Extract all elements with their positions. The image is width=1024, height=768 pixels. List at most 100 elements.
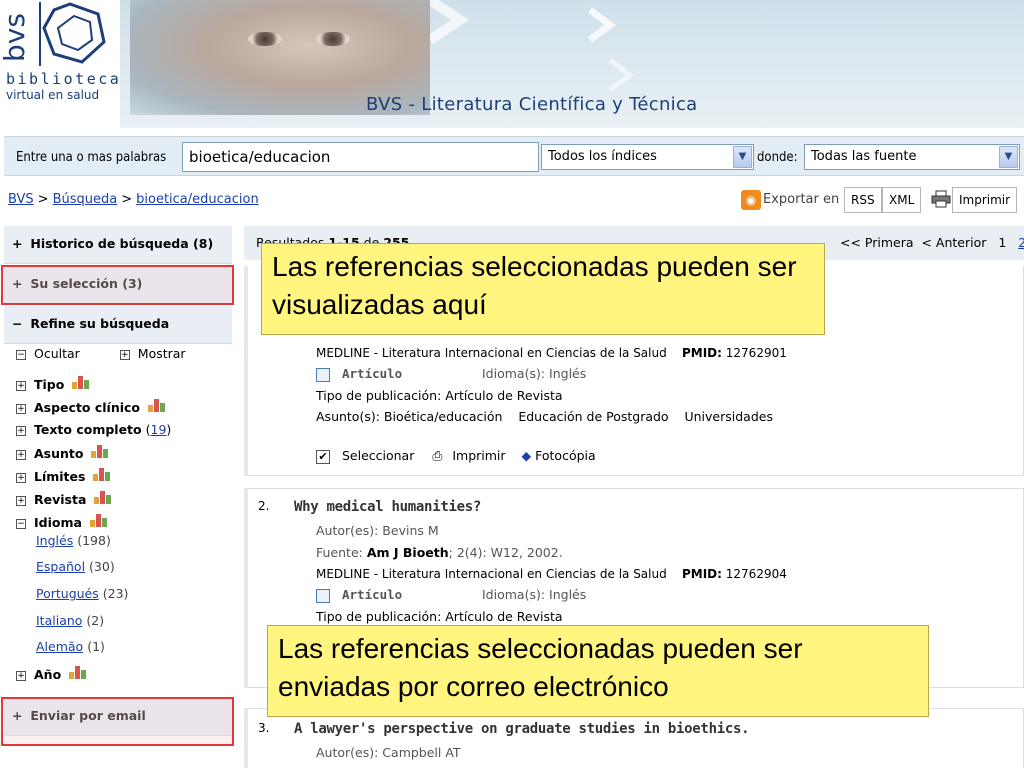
select-link[interactable]: Seleccionar <box>342 448 414 463</box>
photocopy-link[interactable]: Fotocópia <box>535 448 596 463</box>
bar-chart-icon[interactable] <box>148 399 166 412</box>
export-xml-button[interactable]: XML <box>882 187 922 213</box>
breadcrumb: BVS > Búsqueda > bioetica/educacion <box>8 192 259 207</box>
expand-plus-icon[interactable]: + <box>16 670 26 681</box>
source-select[interactable]: Todas las fuente ▼ <box>804 144 1020 170</box>
record-source: Fuente: Am J Bioeth; 2(4): W12, 2002. <box>316 545 563 560</box>
expand-plus-icon[interactable]: + <box>16 495 26 506</box>
expand-plus-icon[interactable]: + <box>16 403 26 414</box>
logo-vertical-text: bvs <box>0 13 31 62</box>
prev-page-link[interactable]: < Anterior <box>921 235 986 250</box>
record-language: Idioma(s): Inglés <box>482 366 587 381</box>
facet-label: Idioma <box>34 515 82 530</box>
print-link[interactable]: Imprimir <box>452 448 505 463</box>
collapse-minus-icon[interactable]: − <box>16 518 26 529</box>
logo-text-biblioteca: biblioteca <box>6 70 122 88</box>
subject-link[interactable]: Educación de Postgrado <box>518 409 668 424</box>
record-authors: Autor(es): Campbell AT <box>316 745 461 760</box>
sidebar-refine[interactable]: − Refine su búsqueda <box>4 306 232 344</box>
expand-plus-icon[interactable]: + <box>16 472 26 483</box>
bar-chart-icon[interactable] <box>91 445 109 458</box>
expand-plus-icon[interactable]: + <box>12 236 26 251</box>
facet-label: Aspecto clínico <box>34 400 141 415</box>
bar-chart-icon[interactable] <box>94 491 112 504</box>
facet-texto-completo[interactable]: + Texto completo (19) <box>16 422 171 437</box>
page-1-current: 1 <box>998 235 1007 250</box>
facet-revista[interactable]: + Revista <box>16 491 112 507</box>
language-link[interactable]: Italiano <box>36 613 82 628</box>
language-item-italiano: Italiano (2) <box>36 613 104 628</box>
breadcrumb-separator: > <box>121 192 133 207</box>
source-label: Fuente: <box>316 545 363 560</box>
record-database: MEDLINE - Literatura Internacional en Ci… <box>316 346 787 360</box>
search-bar: Entre una o mas palabras Todos los índic… <box>4 136 1024 176</box>
index-select-value: Todos los índices <box>548 149 657 164</box>
hide-all-link[interactable]: Ocultar <box>34 346 80 361</box>
photo-eye-left <box>248 32 282 46</box>
printer-icon[interactable] <box>931 190 951 208</box>
subjects-label: Asunto(s): <box>316 409 380 424</box>
photocopy-icon[interactable]: ◆ <box>522 448 532 463</box>
bar-chart-icon[interactable] <box>72 376 90 389</box>
printer-icon[interactable]: ⎙ <box>432 448 448 464</box>
facet-limites[interactable]: + Límites <box>16 468 111 484</box>
language-item-ingles: Inglés (198) <box>36 533 111 548</box>
facet-label: Asunto <box>34 446 84 461</box>
record-title-link[interactable]: Why medical humanities? <box>294 499 481 515</box>
collapse-minus-icon[interactable]: − <box>12 316 26 331</box>
collapse-minus-icon[interactable]: − <box>16 349 26 360</box>
history-label: Historico de búsqueda <box>30 236 189 251</box>
language-item-espanol: Español (30) <box>36 559 115 574</box>
expand-plus-icon[interactable]: + <box>16 425 26 436</box>
search-input[interactable] <box>182 142 539 172</box>
sidebar-history[interactable]: + Historico de búsqueda (8) <box>4 226 232 264</box>
print-button[interactable]: Imprimir <box>952 187 1018 213</box>
facet-tipo[interactable]: + Tipo <box>16 376 90 392</box>
select-checkbox[interactable]: ✔ <box>316 449 330 464</box>
record-pubtype: Tipo de publicación: Artículo de Revista <box>316 609 563 624</box>
citation: ; 2(4): W12, 2002. <box>448 545 563 560</box>
expand-plus-icon[interactable]: + <box>119 349 130 360</box>
language-link[interactable]: Español <box>36 559 85 574</box>
facet-idioma[interactable]: − Idioma <box>16 514 108 530</box>
language-link[interactable]: Inglés <box>36 533 73 548</box>
first-page-link[interactable]: << Primera <box>840 235 914 250</box>
language-count: (30) <box>89 559 115 574</box>
expand-plus-icon[interactable]: + <box>16 380 26 391</box>
breadcrumb-query[interactable]: bioetica/educacion <box>136 192 259 207</box>
index-select[interactable]: Todos los índices ▼ <box>541 144 754 170</box>
bar-chart-icon[interactable] <box>89 514 108 527</box>
rss-feed-icon[interactable]: ◉ <box>741 190 761 210</box>
facet-aspecto-clinico[interactable]: + Aspecto clínico <box>16 399 166 415</box>
export-rss-button[interactable]: RSS <box>844 187 882 213</box>
sidebar: + Historico de búsqueda (8) + Su selecci… <box>4 226 232 768</box>
record-subjects: Asunto(s): Bioética/educación Educación … <box>316 409 773 424</box>
language-link[interactable]: Alemão <box>36 639 83 654</box>
full-text-count-link[interactable]: 19 <box>151 422 167 437</box>
where-label: donde: <box>757 150 798 165</box>
record-title-link[interactable]: A lawyer's perspective on graduate studi… <box>294 721 750 737</box>
bar-chart-icon[interactable] <box>69 666 87 679</box>
result-record-3: 3. A lawyer's perspective on graduate st… <box>244 708 1024 768</box>
bvs-logo[interactable]: bvs biblioteca virtual en salud <box>0 0 120 128</box>
chevron-down-icon[interactable]: ▼ <box>999 146 1018 168</box>
record-number: 3. <box>258 721 270 735</box>
breadcrumb-busqueda[interactable]: Búsqueda <box>53 192 118 207</box>
callout-selection-note: Las referencias seleccionadas pueden ser… <box>261 243 825 335</box>
record-doctype: Artículo Idioma(s): Inglés <box>316 366 586 382</box>
database-name: MEDLINE - Literatura Internacional en Ci… <box>316 346 667 360</box>
record-language: Idioma(s): Inglés <box>482 587 587 602</box>
subject-link[interactable]: Universidades <box>684 409 773 424</box>
breadcrumb-bvs[interactable]: BVS <box>8 192 34 207</box>
article-icon <box>316 367 330 382</box>
language-link[interactable]: Portugués <box>36 586 99 601</box>
bar-chart-icon[interactable] <box>93 468 111 481</box>
show-all-link[interactable]: Mostrar <box>138 346 186 361</box>
subject-link[interactable]: Bioética/educación <box>384 409 503 424</box>
chevron-down-icon[interactable]: ▼ <box>733 146 752 168</box>
language-count: (198) <box>77 533 111 548</box>
expand-plus-icon[interactable]: + <box>16 449 26 460</box>
facet-asunto[interactable]: + Asunto <box>16 445 109 461</box>
facet-ano[interactable]: + Año <box>16 666 87 682</box>
page-2-link[interactable]: 2 <box>1018 235 1024 250</box>
